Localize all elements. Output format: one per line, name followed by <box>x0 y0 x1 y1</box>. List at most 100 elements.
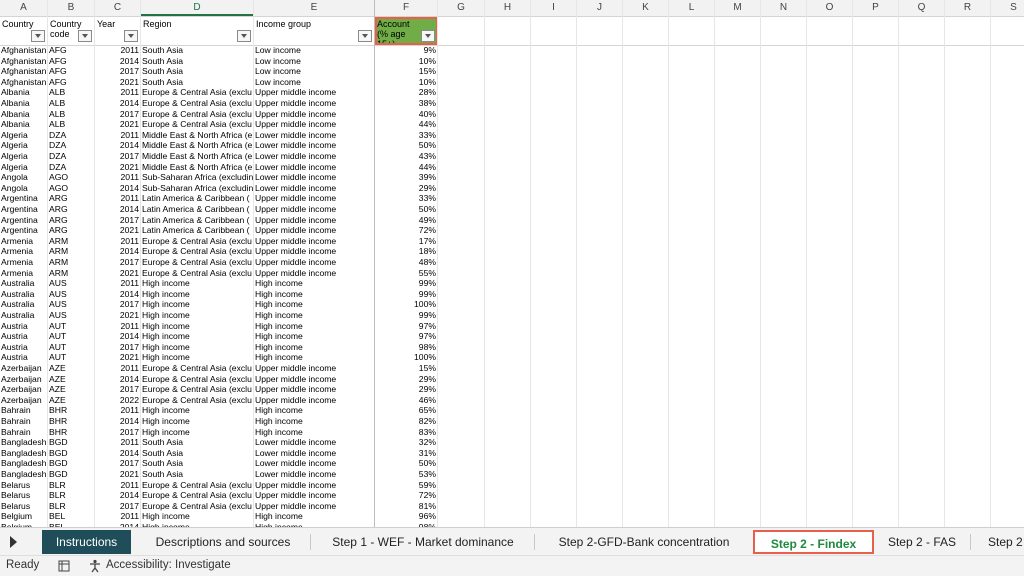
cell-income-group[interactable]: Lower middle income <box>254 140 375 151</box>
cell-income-group[interactable]: Upper middle income <box>254 109 375 120</box>
cell-year[interactable]: 2011 <box>95 437 141 448</box>
cell-account[interactable]: 59% <box>375 480 438 491</box>
cell-region[interactable]: Latin America & Caribbean ( <box>141 204 254 215</box>
cell-account[interactable]: 29% <box>375 384 438 395</box>
cell-account[interactable]: 83% <box>375 427 438 438</box>
cell-income-group[interactable]: Low income <box>254 66 375 77</box>
column-header-h[interactable]: H <box>485 0 531 16</box>
cell-income-group[interactable]: Upper middle income <box>254 98 375 109</box>
cell-income-group[interactable]: Lower middle income <box>254 183 375 194</box>
cell-account[interactable]: 39% <box>375 172 438 183</box>
cell-region[interactable]: Europe & Central Asia (exclu <box>141 98 254 109</box>
cell-country[interactable]: Bangladesh <box>0 469 48 480</box>
cell-income-group[interactable]: Lower middle income <box>254 130 375 141</box>
cell-country-code[interactable]: AUT <box>48 352 95 363</box>
cell-country-code[interactable]: ARG <box>48 204 95 215</box>
cell-year[interactable]: 2011 <box>95 236 141 247</box>
column-header-m[interactable]: M <box>715 0 761 16</box>
cell-country-code[interactable]: ARM <box>48 246 95 257</box>
cell-year[interactable]: 2014 <box>95 56 141 67</box>
cell-account[interactable]: 82% <box>375 416 438 427</box>
cell-account[interactable]: 33% <box>375 130 438 141</box>
cell-year[interactable]: 2021 <box>95 352 141 363</box>
cell-year[interactable]: 2014 <box>95 331 141 342</box>
column-header-a[interactable]: A <box>0 0 48 16</box>
cell-year[interactable]: 2011 <box>95 511 141 522</box>
cell-region[interactable]: Latin America & Caribbean ( <box>141 193 254 204</box>
cell-country[interactable]: Australia <box>0 310 48 321</box>
cell-account[interactable]: 50% <box>375 458 438 469</box>
cell-country-code[interactable]: AFG <box>48 77 95 88</box>
tab-instructions[interactable]: Instructions <box>42 530 131 554</box>
cell-year[interactable]: 2011 <box>95 278 141 289</box>
filter-dropdown-icon[interactable] <box>421 30 435 42</box>
column-header-f[interactable]: F <box>375 0 438 16</box>
cell-income-group[interactable]: High income <box>254 405 375 416</box>
cell-year[interactable]: 2014 <box>95 98 141 109</box>
cell-country-code[interactable]: AGO <box>48 183 95 194</box>
cell-country[interactable]: Algeria <box>0 151 48 162</box>
cell-region[interactable]: South Asia <box>141 56 254 67</box>
cell-account[interactable]: 100% <box>375 352 438 363</box>
cell-region[interactable]: Middle East & North Africa (e <box>141 140 254 151</box>
cell-country-code[interactable]: AZE <box>48 395 95 406</box>
cell-country[interactable]: Belarus <box>0 501 48 512</box>
cell-country-code[interactable]: AUT <box>48 342 95 353</box>
cell-account[interactable]: 55% <box>375 268 438 279</box>
tab-step2-more[interactable]: Step 2 <box>976 530 1024 554</box>
filter-dropdown-icon[interactable] <box>237 30 251 42</box>
cell-country[interactable]: Azerbaijan <box>0 384 48 395</box>
column-header-q[interactable]: Q <box>899 0 945 16</box>
cell-country-code[interactable]: AGO <box>48 172 95 183</box>
cell-country-code[interactable]: BHR <box>48 416 95 427</box>
spreadsheet-grid[interactable]: ABCDEFGHIJKLMNOPQRS Country Country code… <box>0 0 1024 527</box>
cell-year[interactable]: 2017 <box>95 299 141 310</box>
cell-region[interactable]: Europe & Central Asia (exclu <box>141 109 254 120</box>
cell-account[interactable]: 98% <box>375 342 438 353</box>
cell-income-group[interactable]: Lower middle income <box>254 437 375 448</box>
cell-income-group[interactable]: Upper middle income <box>254 193 375 204</box>
cell-country[interactable]: Armenia <box>0 236 48 247</box>
cell-country[interactable]: Azerbaijan <box>0 374 48 385</box>
cell-region[interactable]: High income <box>141 427 254 438</box>
cell-country[interactable]: Angola <box>0 172 48 183</box>
column-header-c[interactable]: C <box>95 0 141 16</box>
cell-country[interactable]: Azerbaijan <box>0 363 48 374</box>
cell-region[interactable]: High income <box>141 511 254 522</box>
cell-year[interactable]: 2017 <box>95 501 141 512</box>
cell-year[interactable]: 2014 <box>95 374 141 385</box>
cell-country[interactable]: Afghanistan <box>0 66 48 77</box>
cell-country[interactable]: Albania <box>0 87 48 98</box>
cell-account[interactable]: 72% <box>375 225 438 236</box>
cell-country[interactable]: Afghanistan <box>0 45 48 56</box>
cell-region[interactable]: Europe & Central Asia (exclu <box>141 374 254 385</box>
cell-region[interactable]: South Asia <box>141 66 254 77</box>
cell-country-code[interactable]: ARM <box>48 257 95 268</box>
header-income-group[interactable]: Income group <box>254 17 375 45</box>
cell-year[interactable]: 2017 <box>95 427 141 438</box>
cell-income-group[interactable]: Low income <box>254 77 375 88</box>
cell-year[interactable]: 2014 <box>95 204 141 215</box>
cell-region[interactable]: Latin America & Caribbean ( <box>141 225 254 236</box>
cell-country-code[interactable]: AUS <box>48 310 95 321</box>
cell-region[interactable]: Europe & Central Asia (exclu <box>141 384 254 395</box>
cell-country-code[interactable]: BGD <box>48 437 95 448</box>
cell-year[interactable]: 2021 <box>95 77 141 88</box>
cell-country-code[interactable]: DZA <box>48 130 95 141</box>
cell-country-code[interactable]: AUS <box>48 278 95 289</box>
cell-region[interactable]: High income <box>141 352 254 363</box>
cell-country-code[interactable]: BGD <box>48 458 95 469</box>
cell-country[interactable]: Algeria <box>0 140 48 151</box>
cell-country-code[interactable]: ALB <box>48 119 95 130</box>
column-header-j[interactable]: J <box>577 0 623 16</box>
cell-income-group[interactable]: High income <box>254 416 375 427</box>
cell-country[interactable]: Argentina <box>0 225 48 236</box>
cell-country[interactable]: Albania <box>0 119 48 130</box>
cell-year[interactable]: 2021 <box>95 469 141 480</box>
cell-region[interactable]: Latin America & Caribbean ( <box>141 215 254 226</box>
cell-income-group[interactable]: Upper middle income <box>254 225 375 236</box>
cell-year[interactable]: 2014 <box>95 246 141 257</box>
cell-income-group[interactable]: Upper middle income <box>254 480 375 491</box>
cell-region[interactable]: Sub-Saharan Africa (excludin <box>141 183 254 194</box>
cell-region[interactable]: High income <box>141 310 254 321</box>
